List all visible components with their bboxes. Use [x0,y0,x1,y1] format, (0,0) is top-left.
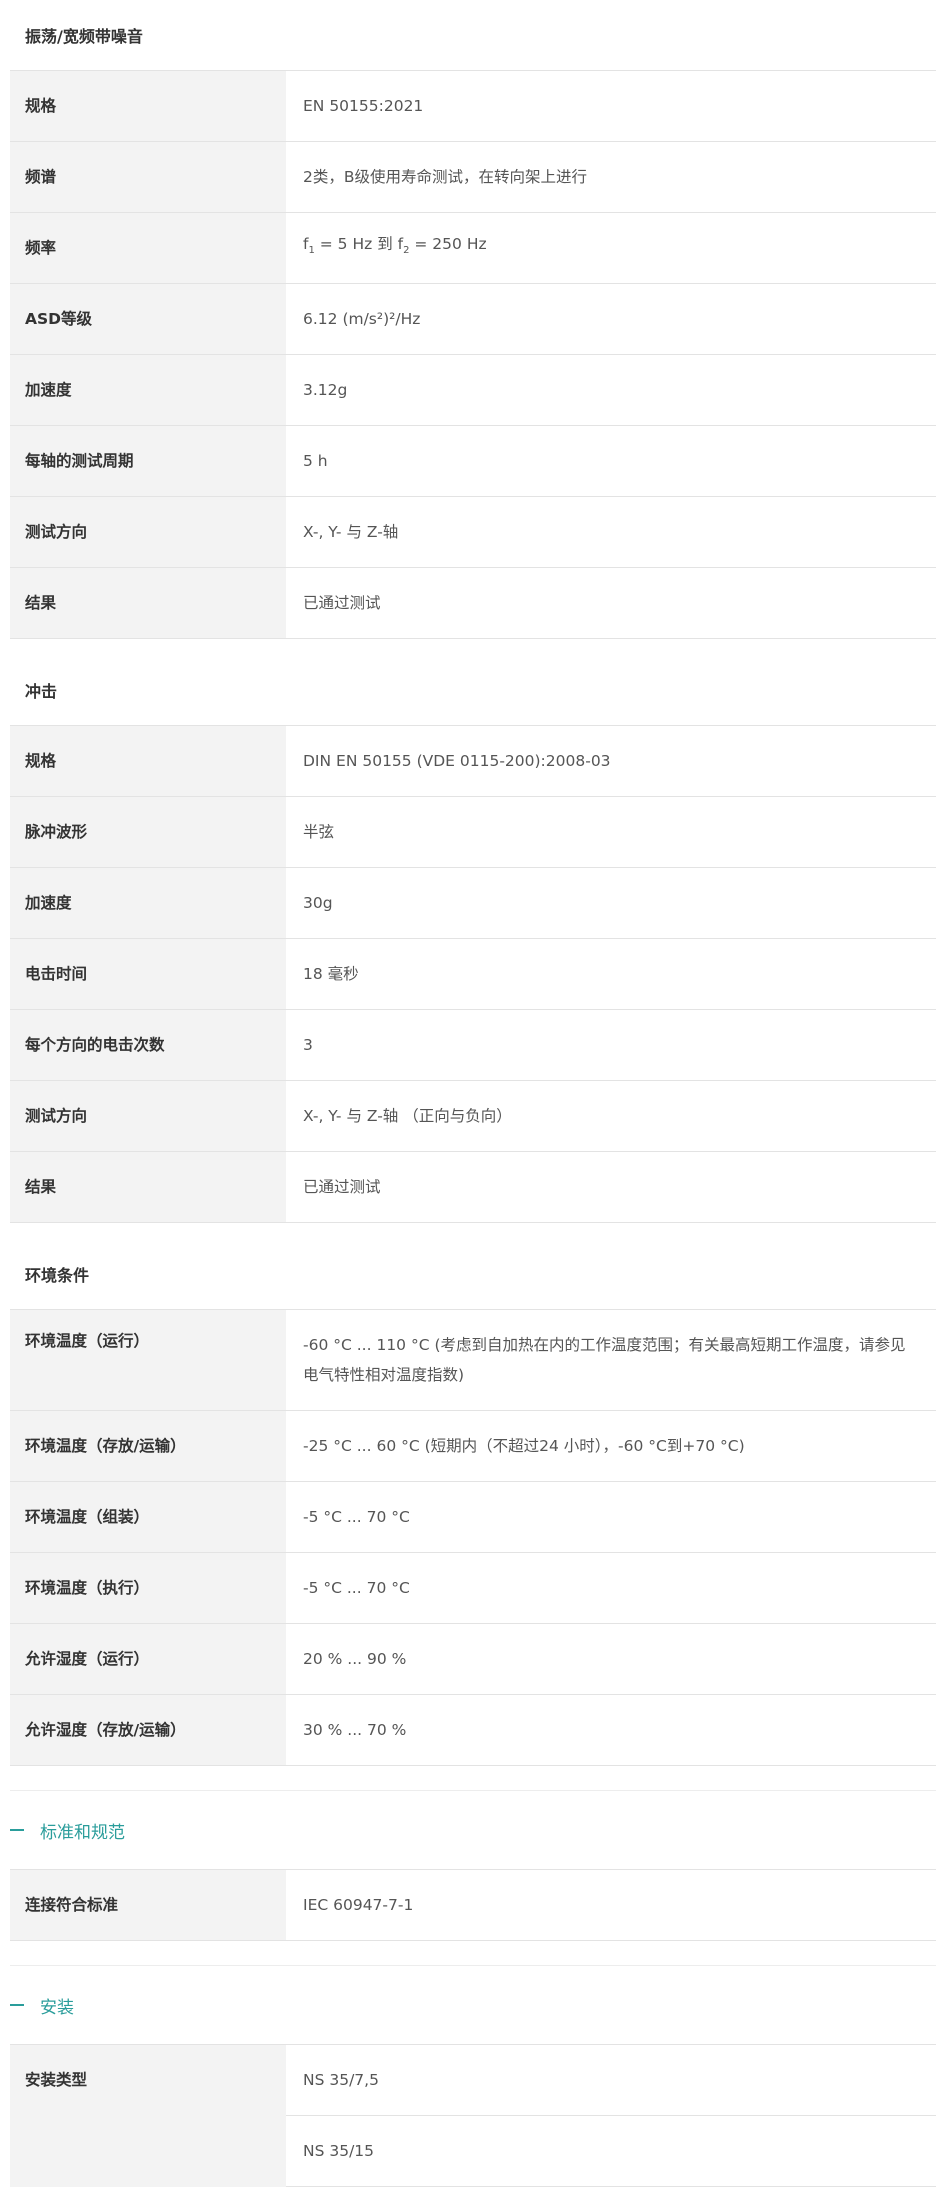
table-row: 结果 已通过测试 [10,1151,936,1223]
row-label: 允许湿度（存放/运输） [10,1694,286,1766]
row-value: -25 °C ... 60 °C (短期内（不超过24 小时），-60 °C到+… [286,1410,936,1482]
table-row: 环境温度（运行） -60 °C ... 110 °C (考虑到自加热在内的工作温… [10,1309,936,1411]
accordion-standards-header[interactable]: 标准和规范 [10,1791,936,1869]
row-label: 每轴的测试周期 [10,425,286,497]
table-row: 频率 f1 = 5 Hz 到 f2 = 250 Hz [10,212,936,284]
table-row: 脉冲波形 半弦 [10,796,936,868]
f1-value: = 5 Hz 到 [314,235,398,254]
row-label: 规格 [10,725,286,797]
table-row: 连接符合标准 IEC 60947-7-1 [10,1869,936,1941]
row-value: 3 [286,1009,936,1081]
row-label: 测试方向 [10,496,286,568]
row-value-frequency: f1 = 5 Hz 到 f2 = 250 Hz [286,212,936,284]
row-label: 环境温度（运行） [10,1309,286,1411]
installation-table: 安装类型 NS 35/7,5 NS 35/15 [10,2044,936,2187]
row-label: 环境温度（存放/运输） [10,1410,286,1482]
table-row: 规格 EN 50155:2021 [10,70,936,142]
row-label: 脉冲波形 [10,796,286,868]
row-value: -5 °C ... 70 °C [286,1552,936,1624]
table-row: 电击时间 18 毫秒 [10,938,936,1010]
row-value: 半弦 [286,796,936,868]
section-title-vibration: 振荡/宽频带噪音 [25,27,143,46]
environment-table: 环境温度（运行） -60 °C ... 110 °C (考虑到自加热在内的工作温… [10,1309,936,1766]
table-row: 结果 已通过测试 [10,567,936,639]
row-label: 允许湿度（运行） [10,1623,286,1695]
row-value: 6.12 (m/s²)²/Hz [286,283,936,355]
row-value: NS 35/7,5 [286,2044,936,2116]
standards-table: 连接符合标准 IEC 60947-7-1 [10,1869,936,1941]
shock-table: 规格 DIN EN 50155 (VDE 0115-200):2008-03 脉… [10,725,936,1223]
table-row: 测试方向 X-, Y- 与 Z-轴 （正向与负向） [10,1080,936,1152]
table-row: 允许湿度（运行） 20 % ... 90 % [10,1623,936,1695]
row-value: DIN EN 50155 (VDE 0115-200):2008-03 [286,725,936,797]
row-label: 规格 [10,70,286,142]
row-value: -60 °C ... 110 °C (考虑到自加热在内的工作温度范围；有关最高短… [286,1309,936,1411]
row-value: 18 毫秒 [286,938,936,1010]
row-label: ASD等级 [10,283,286,355]
collapse-minus-icon [10,1829,24,1831]
row-value: X-, Y- 与 Z-轴 （正向与负向） [286,1080,936,1152]
table-row: 加速度 3.12g [10,354,936,426]
row-label: 结果 [10,1151,286,1223]
row-label: 安装类型 [10,2044,286,2187]
collapse-minus-icon [10,2004,24,2006]
row-label: 频率 [10,212,286,284]
row-value: 5 h [286,425,936,497]
row-label: 结果 [10,567,286,639]
table-row: 加速度 30g [10,867,936,939]
table-row: 规格 DIN EN 50155 (VDE 0115-200):2008-03 [10,725,936,797]
row-label: 电击时间 [10,938,286,1010]
row-label: 每个方向的电击次数 [10,1009,286,1081]
spec-page: 振荡/宽频带噪音 规格 EN 50155:2021 频谱 2类，B级使用寿命测试… [0,0,937,2187]
table-row: 频谱 2类，B级使用寿命测试，在转向架上进行 [10,141,936,213]
row-value: 30g [286,867,936,939]
row-label: 连接符合标准 [10,1869,286,1941]
row-value: X-, Y- 与 Z-轴 [286,496,936,568]
table-row: 允许湿度（存放/运输） 30 % ... 70 % [10,1694,936,1766]
accordion-installation-header[interactable]: 安装 [10,1966,936,2044]
table-row: 环境温度（执行） -5 °C ... 70 °C [10,1552,936,1624]
row-value: -5 °C ... 70 °C [286,1481,936,1553]
row-label: 频谱 [10,141,286,213]
table-row: 安装类型 NS 35/7,5 [10,2044,936,2187]
vibration-table: 规格 EN 50155:2021 频谱 2类，B级使用寿命测试，在转向架上进行 … [10,70,936,639]
row-value: 已通过测试 [286,1151,936,1223]
row-value: EN 50155:2021 [286,70,936,142]
row-label: 环境温度（组装） [10,1481,286,1553]
table-row: ASD等级 6.12 (m/s²)²/Hz [10,283,936,355]
row-label: 测试方向 [10,1080,286,1152]
table-row: 环境温度（存放/运输） -25 °C ... 60 °C (短期内（不超过24 … [10,1410,936,1482]
row-value: IEC 60947-7-1 [286,1869,936,1941]
table-row: 每轴的测试周期 5 h [10,425,936,497]
row-value: 2类，B级使用寿命测试，在转向架上进行 [286,141,936,213]
row-value: 已通过测试 [286,567,936,639]
accordion-installation-title: 安装 [40,1997,74,2018]
row-label: 环境温度（执行） [10,1552,286,1624]
table-row: 环境温度（组装） -5 °C ... 70 °C [10,1481,936,1553]
row-value: 20 % ... 90 % [286,1623,936,1695]
section-title-shock: 冲击 [25,682,58,701]
row-label: 加速度 [10,867,286,939]
f2-value: = 250 Hz [409,235,487,254]
row-value: NS 35/15 [286,2115,936,2187]
table-row: 每个方向的电击次数 3 [10,1009,936,1081]
row-value: 3.12g [286,354,936,426]
row-label: 加速度 [10,354,286,426]
section-title-environment: 环境条件 [25,1266,90,1285]
table-row: 测试方向 X-, Y- 与 Z-轴 [10,496,936,568]
row-value: 30 % ... 70 % [286,1694,936,1766]
accordion-standards-title: 标准和规范 [40,1822,125,1843]
